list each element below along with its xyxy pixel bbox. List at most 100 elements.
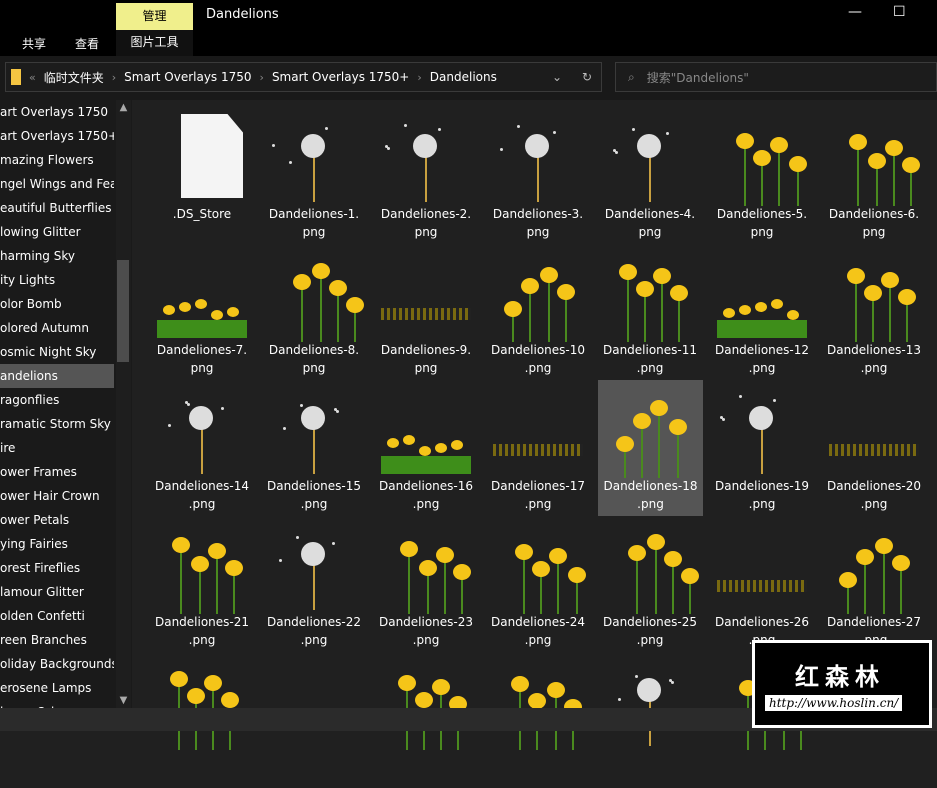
image-thumbnail <box>381 248 471 338</box>
sidebar-item[interactable]: ower Petals <box>0 508 114 532</box>
sidebar-item[interactable]: lower Orbs <box>0 700 114 708</box>
sidebar-item[interactable]: mazing Flowers <box>0 148 114 172</box>
file-item[interactable]: Dandeliones-5. png <box>706 108 818 244</box>
file-item[interactable]: Dandeliones-22 .png <box>258 516 370 652</box>
file-item[interactable]: Dandeliones-14 .png <box>146 380 258 516</box>
address-bar[interactable]: « 临时文件夹 › Smart Overlays 1750 › Smart Over… <box>5 62 602 92</box>
maximize-button[interactable]: ☐ <box>893 4 906 20</box>
scroll-down-icon[interactable]: ▼ <box>116 695 131 706</box>
thumbnail <box>157 384 247 474</box>
sidebar-item[interactable]: ying Fairies <box>0 532 114 556</box>
sidebar-item[interactable]: andelions <box>0 364 114 388</box>
sidebar-item[interactable]: orest Fireflies <box>0 556 114 580</box>
file-item[interactable]: Dandeliones-25 .png <box>594 516 706 652</box>
file-item[interactable]: Dandeliones-13 .png <box>818 244 930 380</box>
sidebar-item[interactable]: ire <box>0 436 114 460</box>
sidebar-scrollbar[interactable]: ▲ ▼ <box>116 100 131 708</box>
file-item[interactable]: Dandeliones-4. png <box>594 108 706 244</box>
file-item[interactable]: Dandeliones-17 .png <box>482 380 594 516</box>
sidebar-item[interactable]: lamour Glitter <box>0 580 114 604</box>
image-thumbnail <box>157 248 247 338</box>
file-item[interactable]: Dandeliones-23 .png <box>370 516 482 652</box>
sidebar-item[interactable]: ngel Wings and Fea <box>0 172 114 196</box>
file-item[interactable]: Dandeliones-11 .png <box>594 244 706 380</box>
file-item[interactable]: Dandeliones-9. png <box>370 244 482 380</box>
sidebar-item[interactable]: art Overlays 1750 <box>0 100 114 124</box>
sidebar-item[interactable]: ity Lights <box>0 268 114 292</box>
file-name: Dandeliones-6. png <box>828 207 920 239</box>
thumbnail <box>493 112 583 202</box>
image-thumbnail <box>717 248 807 338</box>
sidebar-item[interactable]: oliday Backgrounds <box>0 652 114 676</box>
file-item[interactable]: Dandeliones-21 .png <box>146 516 258 652</box>
file-item[interactable]: Dandeliones-18 .png <box>598 380 703 516</box>
sidebar-item[interactable]: reen Branches <box>0 628 114 652</box>
sidebar-item[interactable]: harming Sky <box>0 244 114 268</box>
thumbnail <box>829 384 919 474</box>
tab-picture-tools[interactable]: 图片工具 <box>116 30 193 56</box>
file-item[interactable]: Dandeliones-20 .png <box>818 380 930 516</box>
thumbnail <box>605 112 695 202</box>
sidebar-item[interactable]: olored Autumn <box>0 316 114 340</box>
file-item[interactable]: .DS_Store <box>146 108 258 244</box>
navigation-pane: art Overlays 1750 art Overlays 1750+ mazin… <box>0 100 132 708</box>
refresh-icon[interactable]: ↻ <box>582 70 592 84</box>
sidebar-item[interactable]: eautiful Butterflies <box>0 196 114 220</box>
file-name: Dandeliones-19 .png <box>714 479 810 511</box>
breadcrumb-item[interactable]: Smart Overlays 1750 <box>124 70 251 84</box>
thumbnail <box>605 656 695 746</box>
file-item[interactable]: Dandeliones-2. png <box>370 108 482 244</box>
thumbnail <box>381 112 471 202</box>
sidebar-item[interactable]: ower Hair Crown <box>0 484 114 508</box>
thumbnail <box>157 520 247 614</box>
thumbnail <box>269 248 364 342</box>
thumbnail <box>381 248 471 338</box>
file-name: Dandeliones-18 .png <box>603 479 698 511</box>
file-item[interactable]: Dandeliones-12 .png <box>706 244 818 380</box>
file-name: .DS_Store <box>172 207 232 221</box>
image-thumbnail <box>269 112 359 202</box>
file-item[interactable]: Dandeliones-27 .png <box>818 516 930 652</box>
sidebar-item[interactable]: ragonflies <box>0 388 114 412</box>
sidebar-item[interactable]: olden Confetti <box>0 604 114 628</box>
sidebar-item[interactable]: osmic Night Sky <box>0 340 114 364</box>
image-thumbnail <box>606 384 696 478</box>
sidebar-item[interactable]: lowing Glitter <box>0 220 114 244</box>
minimize-button[interactable]: — <box>848 4 862 20</box>
file-name: Dandeliones-8. png <box>268 343 360 375</box>
breadcrumb-item[interactable]: Dandelions <box>430 70 497 84</box>
search-input[interactable]: ⌕ 搜索"Dandelions" <box>615 62 937 92</box>
file-item[interactable]: Dandeliones-8. png <box>258 244 370 380</box>
dropdown-chevron-icon[interactable]: ⌄ <box>552 70 562 84</box>
sidebar-item[interactable]: ower Frames <box>0 460 114 484</box>
watermark-url: http://www.hoslin.cn/ <box>765 695 903 711</box>
file-item[interactable]: Dandeliones-24 .png <box>482 516 594 652</box>
file-item[interactable]: Dandeliones-6. png <box>818 108 930 244</box>
sidebar-item[interactable]: erosene Lamps <box>0 676 114 700</box>
file-item[interactable]: Dandeliones-19 .png <box>706 380 818 516</box>
breadcrumb-item[interactable]: 临时文件夹 <box>44 69 104 86</box>
tab-share[interactable]: 共享 <box>22 35 46 52</box>
breadcrumb-item[interactable]: Smart Overlays 1750+ <box>272 70 409 84</box>
scrollbar-thumb[interactable] <box>117 260 129 362</box>
sidebar-item[interactable]: ramatic Storm Sky <box>0 412 114 436</box>
thumbnail <box>381 520 471 614</box>
file-item[interactable]: Dandeliones-1. png <box>258 108 370 244</box>
tab-manage[interactable]: 管理 <box>116 3 193 30</box>
sidebar-item[interactable]: art Overlays 1750+ <box>0 124 114 148</box>
sidebar-item[interactable]: olor Bomb <box>0 292 114 316</box>
image-thumbnail <box>829 248 919 342</box>
file-item[interactable]: Dandeliones-15 .png <box>258 380 370 516</box>
chevron-right-icon: › <box>111 70 117 84</box>
file-item[interactable]: Dandeliones-10 .png <box>482 244 594 380</box>
tab-view[interactable]: 查看 <box>75 35 99 52</box>
ribbon-tabs: 共享 查看 图片工具 <box>0 30 937 56</box>
file-item[interactable]: Dandeliones-7. png <box>146 244 258 380</box>
file-item[interactable]: Dandeliones-3. png <box>482 108 594 244</box>
file-item[interactable]: Dandeliones-16 .png <box>370 380 482 516</box>
thumbnail <box>717 248 807 338</box>
file-name: Dandeliones-11 .png <box>602 343 698 375</box>
file-item[interactable]: Dandeliones-26 .png <box>706 516 818 652</box>
back-chevron-icon[interactable]: « <box>29 71 36 84</box>
scroll-up-icon[interactable]: ▲ <box>116 102 131 113</box>
